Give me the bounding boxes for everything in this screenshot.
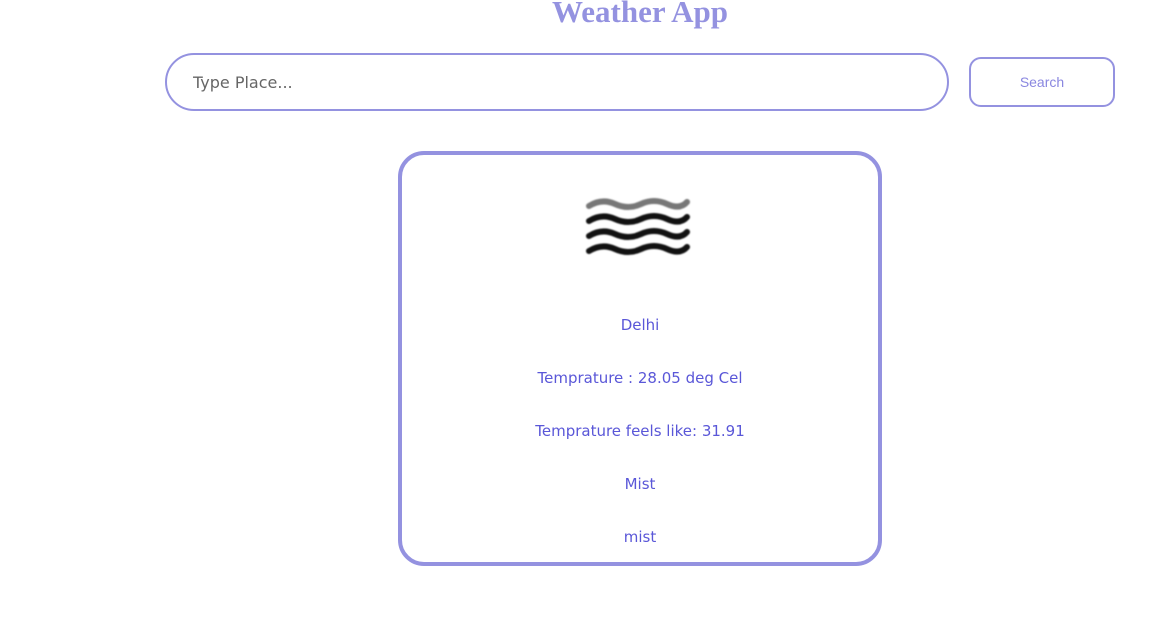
description-text: mist: [623, 528, 657, 546]
search-button[interactable]: Search: [969, 57, 1115, 107]
weather-card: Delhi Temprature : 28.05 deg Cel Temprat…: [398, 151, 882, 566]
search-input[interactable]: [165, 53, 949, 111]
temperature-text: Temprature : 28.05 deg Cel: [537, 369, 743, 387]
feels-like-text: Temprature feels like: 31.91: [535, 422, 745, 440]
mist-icon: [586, 198, 690, 255]
page-title: Weather App: [552, 0, 728, 29]
city-name: Delhi: [620, 316, 660, 334]
condition-text: Mist: [624, 475, 656, 493]
